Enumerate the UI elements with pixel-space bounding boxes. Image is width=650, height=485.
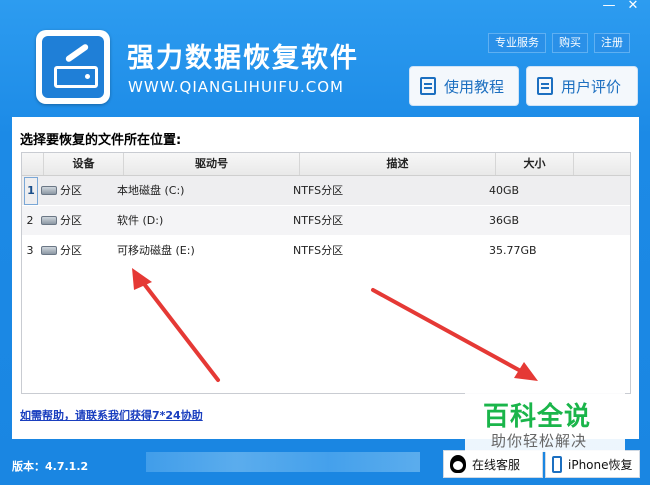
annotation-arrows [132, 268, 538, 382]
arrow-to-corner [371, 288, 538, 381]
app-window: — ✕ 强力数据恢复软件 WWW.QIANGLIHUIFU.COM 专业服务 购… [0, 0, 650, 485]
arrow-to-removable-disk [132, 268, 220, 382]
